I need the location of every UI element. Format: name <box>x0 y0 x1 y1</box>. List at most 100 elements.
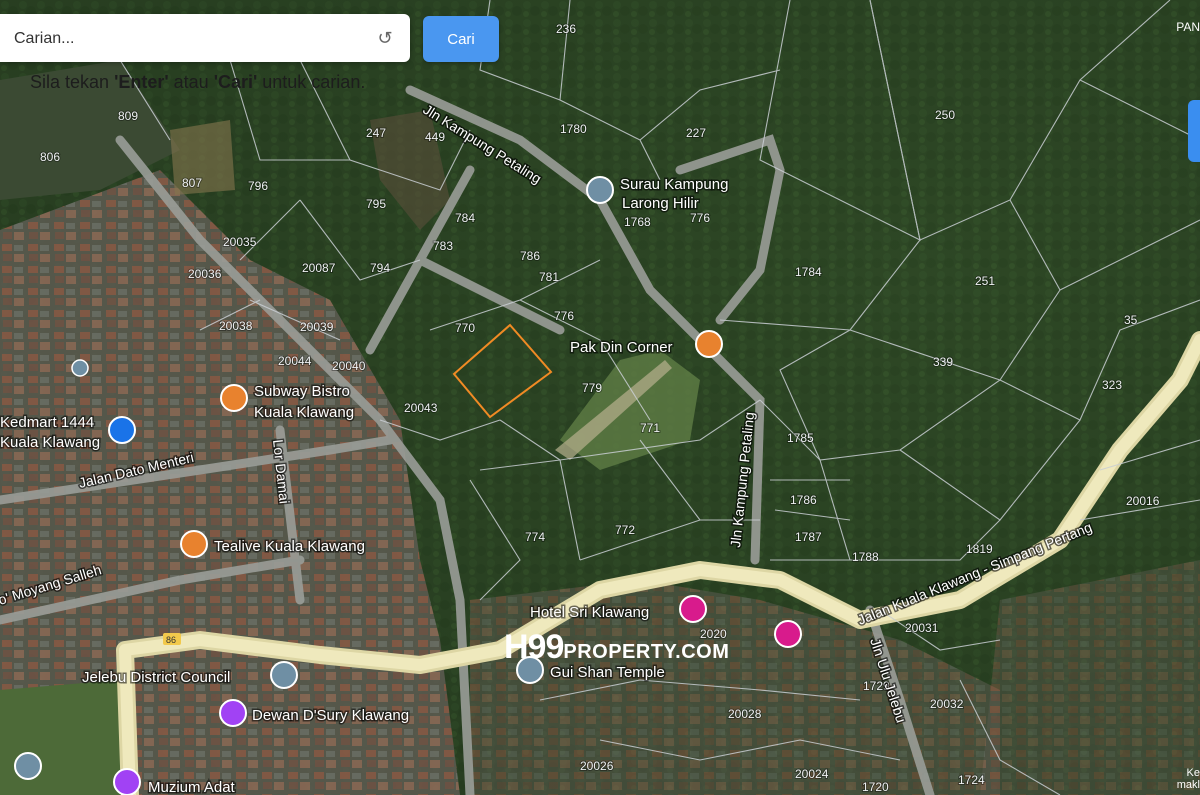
search-box: ↺ <box>0 14 410 62</box>
hint-cari: 'Cari' <box>213 72 258 92</box>
hint-enter: 'Enter' <box>114 72 169 92</box>
lot-number: 20031 <box>905 621 939 635</box>
search-hint: Sila tekan 'Enter' atau 'Cari' untuk car… <box>30 72 365 93</box>
lot-number: 339 <box>933 355 953 369</box>
lot-number: 20038 <box>219 319 253 333</box>
poi-label-pak-din: Pak Din Corner <box>570 339 673 356</box>
hint-suffix: untuk carian. <box>257 72 366 92</box>
lot-number: 20040 <box>332 359 366 373</box>
corner-label-bottom-2: makl <box>1176 779 1200 791</box>
lot-number: 807 <box>182 176 202 190</box>
location-pin-icon <box>14 752 42 780</box>
lot-number: 20044 <box>278 354 312 368</box>
poi-label-dewan: Dewan D'Sury Klawang <box>252 707 409 724</box>
lot-number: 20026 <box>580 759 614 773</box>
lot-number: 323 <box>1102 378 1122 392</box>
shopping-icon <box>108 416 136 444</box>
hotel-icon <box>774 620 802 648</box>
watermark-logo: H99PROPERTY.COM <box>504 628 729 667</box>
lot-number: 770 <box>455 321 475 335</box>
lot-number: 1720 <box>862 780 889 794</box>
lot-number: 781 <box>539 270 559 284</box>
lot-number: 783 <box>433 239 453 253</box>
lot-number: 251 <box>975 274 995 288</box>
hall-icon <box>219 699 247 727</box>
lot-number: 1724 <box>958 773 985 787</box>
poi-label-surau-line1: Surau Kampung <box>620 176 728 193</box>
lot-number: 796 <box>248 179 268 193</box>
lot-number: 20024 <box>795 767 829 781</box>
lot-number: 1785 <box>787 431 814 445</box>
lot-number: 779 <box>582 381 602 395</box>
watermark-domain: PROPERTY.COM <box>563 641 730 663</box>
satellite-map[interactable]: 806 809 807 796 247 449 1780 227 236 250… <box>0 0 1200 795</box>
watermark-brand: H99 <box>504 628 564 666</box>
poi-label-subway-line2: Kuala Klawang <box>254 404 354 421</box>
lot-number: 35 <box>1124 313 1138 327</box>
poi-label-subway-line1: Subway Bistro <box>254 383 350 400</box>
lot-number: 449 <box>425 130 445 144</box>
poi-label-surau-line2: Larong Hilir <box>622 195 699 212</box>
field <box>0 680 130 795</box>
lot-number: 771 <box>640 421 660 435</box>
cafe-icon <box>180 530 208 558</box>
route-number: 86 <box>166 635 176 645</box>
lot-number: 20016 <box>1126 494 1160 508</box>
lot-number: 20043 <box>404 401 438 415</box>
museum-icon <box>113 768 141 795</box>
lot-number: 250 <box>935 108 955 122</box>
restaurant-icon <box>695 330 723 358</box>
lot-number: 20032 <box>930 697 964 711</box>
poi-hotel-2[interactable] <box>774 620 802 648</box>
lot-number: 20028 <box>728 707 762 721</box>
lot-number: 1768 <box>624 215 651 229</box>
search-input[interactable] <box>12 24 376 54</box>
lot-number: 247 <box>366 126 386 140</box>
lot-number: 1786 <box>790 493 817 507</box>
hint-prefix: Sila tekan <box>30 72 115 92</box>
poi-label-kedmart-line1: Kedmart 1444 <box>0 414 94 431</box>
poi-label-muzium: Muzium Adat <box>148 779 236 795</box>
lot-number: 236 <box>556 22 576 36</box>
bus-icon <box>71 359 89 377</box>
corner-label-top: PAN <box>1176 20 1200 34</box>
lot-number: 1780 <box>560 122 587 136</box>
cleared-lot <box>170 120 235 195</box>
poi-label-hotel: Hotel Sri Klawang <box>530 604 649 621</box>
restaurant-icon <box>220 384 248 412</box>
lot-number: 1784 <box>795 265 822 279</box>
lot-number: 806 <box>40 150 60 164</box>
poi-label-kedmart-line2: Kuala Klawang <box>0 434 100 451</box>
lot-number: 1787 <box>795 530 822 544</box>
lot-number: 1788 <box>852 550 879 564</box>
poi-bus[interactable] <box>71 359 89 377</box>
government-icon <box>270 661 298 689</box>
lot-number: 772 <box>615 523 635 537</box>
route-shield: 86 <box>163 633 181 645</box>
lot-number: 20087 <box>302 261 336 275</box>
lot-number: 794 <box>370 261 390 275</box>
lot-number: 1819 <box>966 542 993 556</box>
lot-number: 784 <box>455 211 475 225</box>
mosque-icon <box>586 176 614 204</box>
hint-middle: atau <box>168 72 214 92</box>
side-panel-tab[interactable] <box>1188 100 1200 162</box>
lot-number: 786 <box>520 249 540 263</box>
reset-icon[interactable]: ↺ <box>374 27 396 49</box>
poi-label-tealive: Tealive Kuala Klawang <box>214 538 365 555</box>
lot-number: 20035 <box>223 235 257 249</box>
lot-number: 20039 <box>300 320 334 334</box>
lot-number: 20036 <box>188 267 222 281</box>
corner-label-bottom: Ke makl <box>1177 767 1200 791</box>
lot-number: 795 <box>366 197 386 211</box>
search-button[interactable]: Cari <box>423 16 499 62</box>
hotel-icon <box>679 595 707 623</box>
corner-label-bottom-1: Ke <box>1186 767 1200 779</box>
lot-number: 776 <box>690 211 710 225</box>
poi-label-jelebu-council: Jelebu District Council <box>82 669 230 686</box>
lot-number: 227 <box>686 126 706 140</box>
lot-number: 809 <box>118 109 138 123</box>
lot-number: 774 <box>525 530 545 544</box>
poi-location-pin[interactable] <box>14 752 42 780</box>
lot-number: 776 <box>554 309 574 323</box>
